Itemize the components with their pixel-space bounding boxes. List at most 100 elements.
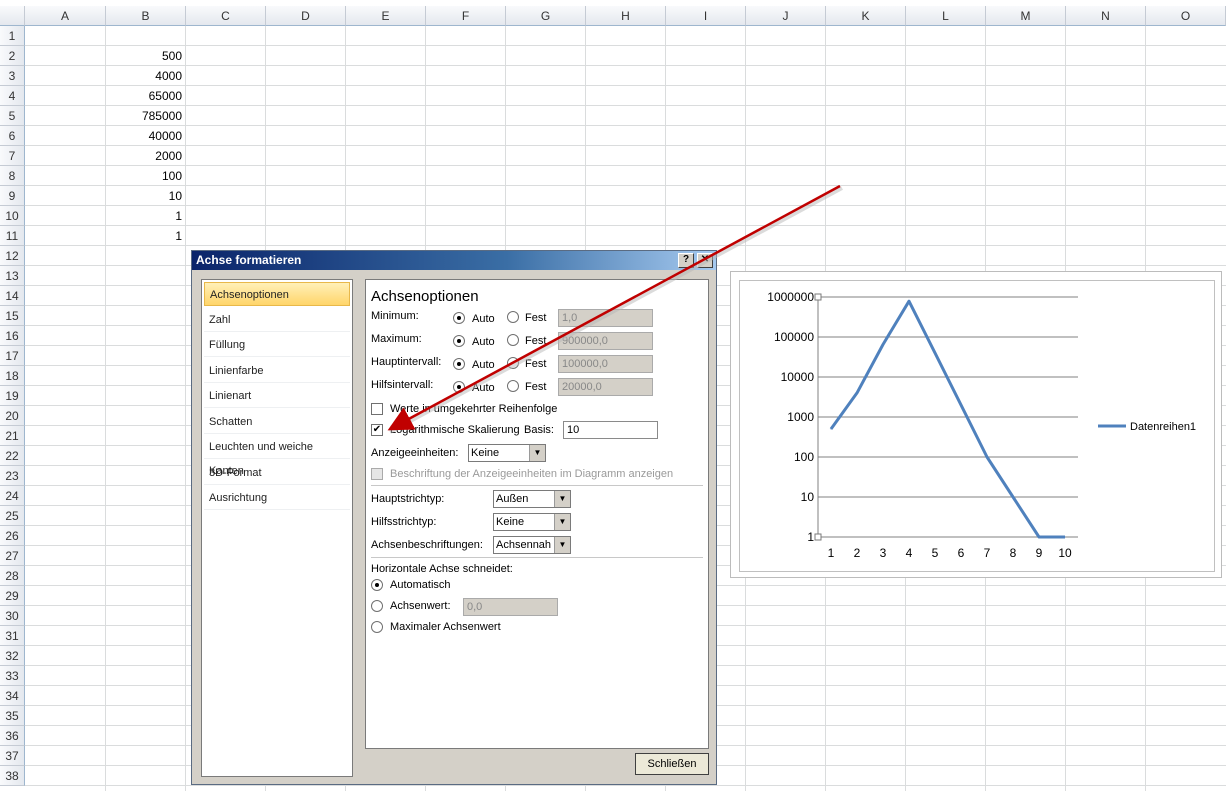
chart-frame[interactable]: 1 10 100 1000 10000 100000 1000000 1 2 3 4 5 6 7 8 9 10 D… [730, 271, 1222, 578]
column-header[interactable]: F [426, 6, 506, 26]
column-header[interactable]: G [506, 6, 586, 26]
select-all-corner[interactable] [0, 6, 25, 26]
row-header[interactable]: 31 [0, 626, 25, 646]
minor-tick-dropdown[interactable]: Keine ▼ [493, 513, 571, 531]
basis-field[interactable]: 10 [563, 421, 658, 439]
nav-item[interactable]: Achsenoptionen [204, 282, 350, 306]
column-header[interactable]: O [1146, 6, 1226, 26]
row-header[interactable]: 16 [0, 326, 25, 346]
row-header[interactable]: 32 [0, 646, 25, 666]
log-scale-checkbox[interactable]: ✔ [371, 424, 383, 436]
column-header[interactable]: A [25, 6, 106, 26]
row-header[interactable]: 11 [0, 226, 25, 246]
reverse-order-checkbox[interactable] [371, 403, 383, 415]
cell-value[interactable]: 1 [106, 226, 182, 246]
cell-value[interactable]: 1 [106, 206, 182, 226]
row-header[interactable]: 28 [0, 566, 25, 586]
row-header[interactable]: 26 [0, 526, 25, 546]
row-header[interactable]: 21 [0, 426, 25, 446]
cell-value[interactable]: 785000 [106, 106, 182, 126]
maximum-fixed-radio[interactable] [507, 334, 519, 346]
cross-value-radio[interactable] [371, 600, 383, 612]
column-header[interactable]: M [986, 6, 1066, 26]
cell-value[interactable]: 4000 [106, 66, 182, 86]
minor-auto-radio[interactable] [453, 381, 465, 393]
column-header[interactable]: K [826, 6, 906, 26]
column-header[interactable]: I [666, 6, 746, 26]
column-header[interactable]: L [906, 6, 986, 26]
column-header[interactable]: E [346, 6, 426, 26]
display-units-dropdown[interactable]: Keine ▼ [468, 444, 546, 462]
minor-fixed-radio[interactable] [507, 380, 519, 392]
row-header[interactable]: 2 [0, 46, 25, 66]
maximum-auto-radio[interactable] [453, 335, 465, 347]
row-header[interactable]: 10 [0, 206, 25, 226]
cross-value-field[interactable]: 0,0 [463, 598, 558, 616]
column-header[interactable]: B [106, 6, 186, 26]
row-header[interactable]: 27 [0, 546, 25, 566]
row-header[interactable]: 25 [0, 506, 25, 526]
cell-value[interactable]: 500 [106, 46, 182, 66]
row-header[interactable]: 6 [0, 126, 25, 146]
row-header[interactable]: 35 [0, 706, 25, 726]
column-header[interactable]: J [746, 6, 826, 26]
cell-value[interactable]: 40000 [106, 126, 182, 146]
axis-labels-dropdown[interactable]: Achsennah ▼ [493, 536, 571, 554]
row-header[interactable]: 29 [0, 586, 25, 606]
row-header[interactable]: 19 [0, 386, 25, 406]
row-header[interactable]: 30 [0, 606, 25, 626]
major-fixed-radio[interactable] [507, 357, 519, 369]
cell-value[interactable]: 65000 [106, 86, 182, 106]
major-tick-dropdown[interactable]: Außen ▼ [493, 490, 571, 508]
major-value-field[interactable]: 100000,0 [558, 355, 653, 373]
cross-auto-radio[interactable] [371, 579, 383, 591]
row-header[interactable]: 24 [0, 486, 25, 506]
column-header[interactable]: N [1066, 6, 1146, 26]
row-header[interactable]: 23 [0, 466, 25, 486]
row-header[interactable]: 8 [0, 166, 25, 186]
row-header[interactable]: 7 [0, 146, 25, 166]
nav-item[interactable]: Zahl [204, 308, 350, 332]
row-header[interactable]: 4 [0, 86, 25, 106]
dialog-titlebar[interactable]: Achse formatieren ? ✕ [192, 251, 716, 270]
column-header[interactable]: D [266, 6, 346, 26]
row-header[interactable]: 38 [0, 766, 25, 786]
maximum-value-field[interactable]: 900000,0 [558, 332, 653, 350]
minimum-auto-radio[interactable] [453, 312, 465, 324]
cell-value[interactable]: 100 [106, 166, 182, 186]
row-header[interactable]: 37 [0, 746, 25, 766]
row-header[interactable]: 12 [0, 246, 25, 266]
close-button[interactable]: Schließen [635, 753, 709, 775]
major-auto-radio[interactable] [453, 358, 465, 370]
minimum-fixed-radio[interactable] [507, 311, 519, 323]
minor-value-field[interactable]: 20000,0 [558, 378, 653, 396]
row-header[interactable]: 9 [0, 186, 25, 206]
nav-item[interactable]: Linienart [204, 384, 350, 408]
column-header[interactable]: H [586, 6, 666, 26]
row-header[interactable]: 15 [0, 306, 25, 326]
row-header[interactable]: 3 [0, 66, 25, 86]
nav-item[interactable]: Leuchten und weiche Kanten [204, 435, 350, 477]
nav-item[interactable]: Linienfarbe [204, 359, 350, 383]
nav-item[interactable]: 3D-Format [204, 461, 350, 485]
nav-item[interactable]: Schatten [204, 410, 350, 434]
minimum-value-field[interactable]: 1,0 [558, 309, 653, 327]
nav-item[interactable]: Ausrichtung [204, 486, 350, 510]
row-header[interactable]: 17 [0, 346, 25, 366]
cell-value[interactable]: 10 [106, 186, 182, 206]
help-button[interactable]: ? [678, 253, 694, 268]
row-header[interactable]: 33 [0, 666, 25, 686]
cell-value[interactable]: 2000 [106, 146, 182, 166]
row-header[interactable]: 5 [0, 106, 25, 126]
row-header[interactable]: 34 [0, 686, 25, 706]
column-header[interactable]: C [186, 6, 266, 26]
row-header[interactable]: 14 [0, 286, 25, 306]
row-header[interactable]: 18 [0, 366, 25, 386]
row-header[interactable]: 1 [0, 26, 25, 46]
row-header[interactable]: 22 [0, 446, 25, 466]
row-header[interactable]: 36 [0, 726, 25, 746]
row-header[interactable]: 13 [0, 266, 25, 286]
nav-item[interactable]: Füllung [204, 333, 350, 357]
close-icon[interactable]: ✕ [697, 253, 713, 268]
cross-max-radio[interactable] [371, 621, 383, 633]
